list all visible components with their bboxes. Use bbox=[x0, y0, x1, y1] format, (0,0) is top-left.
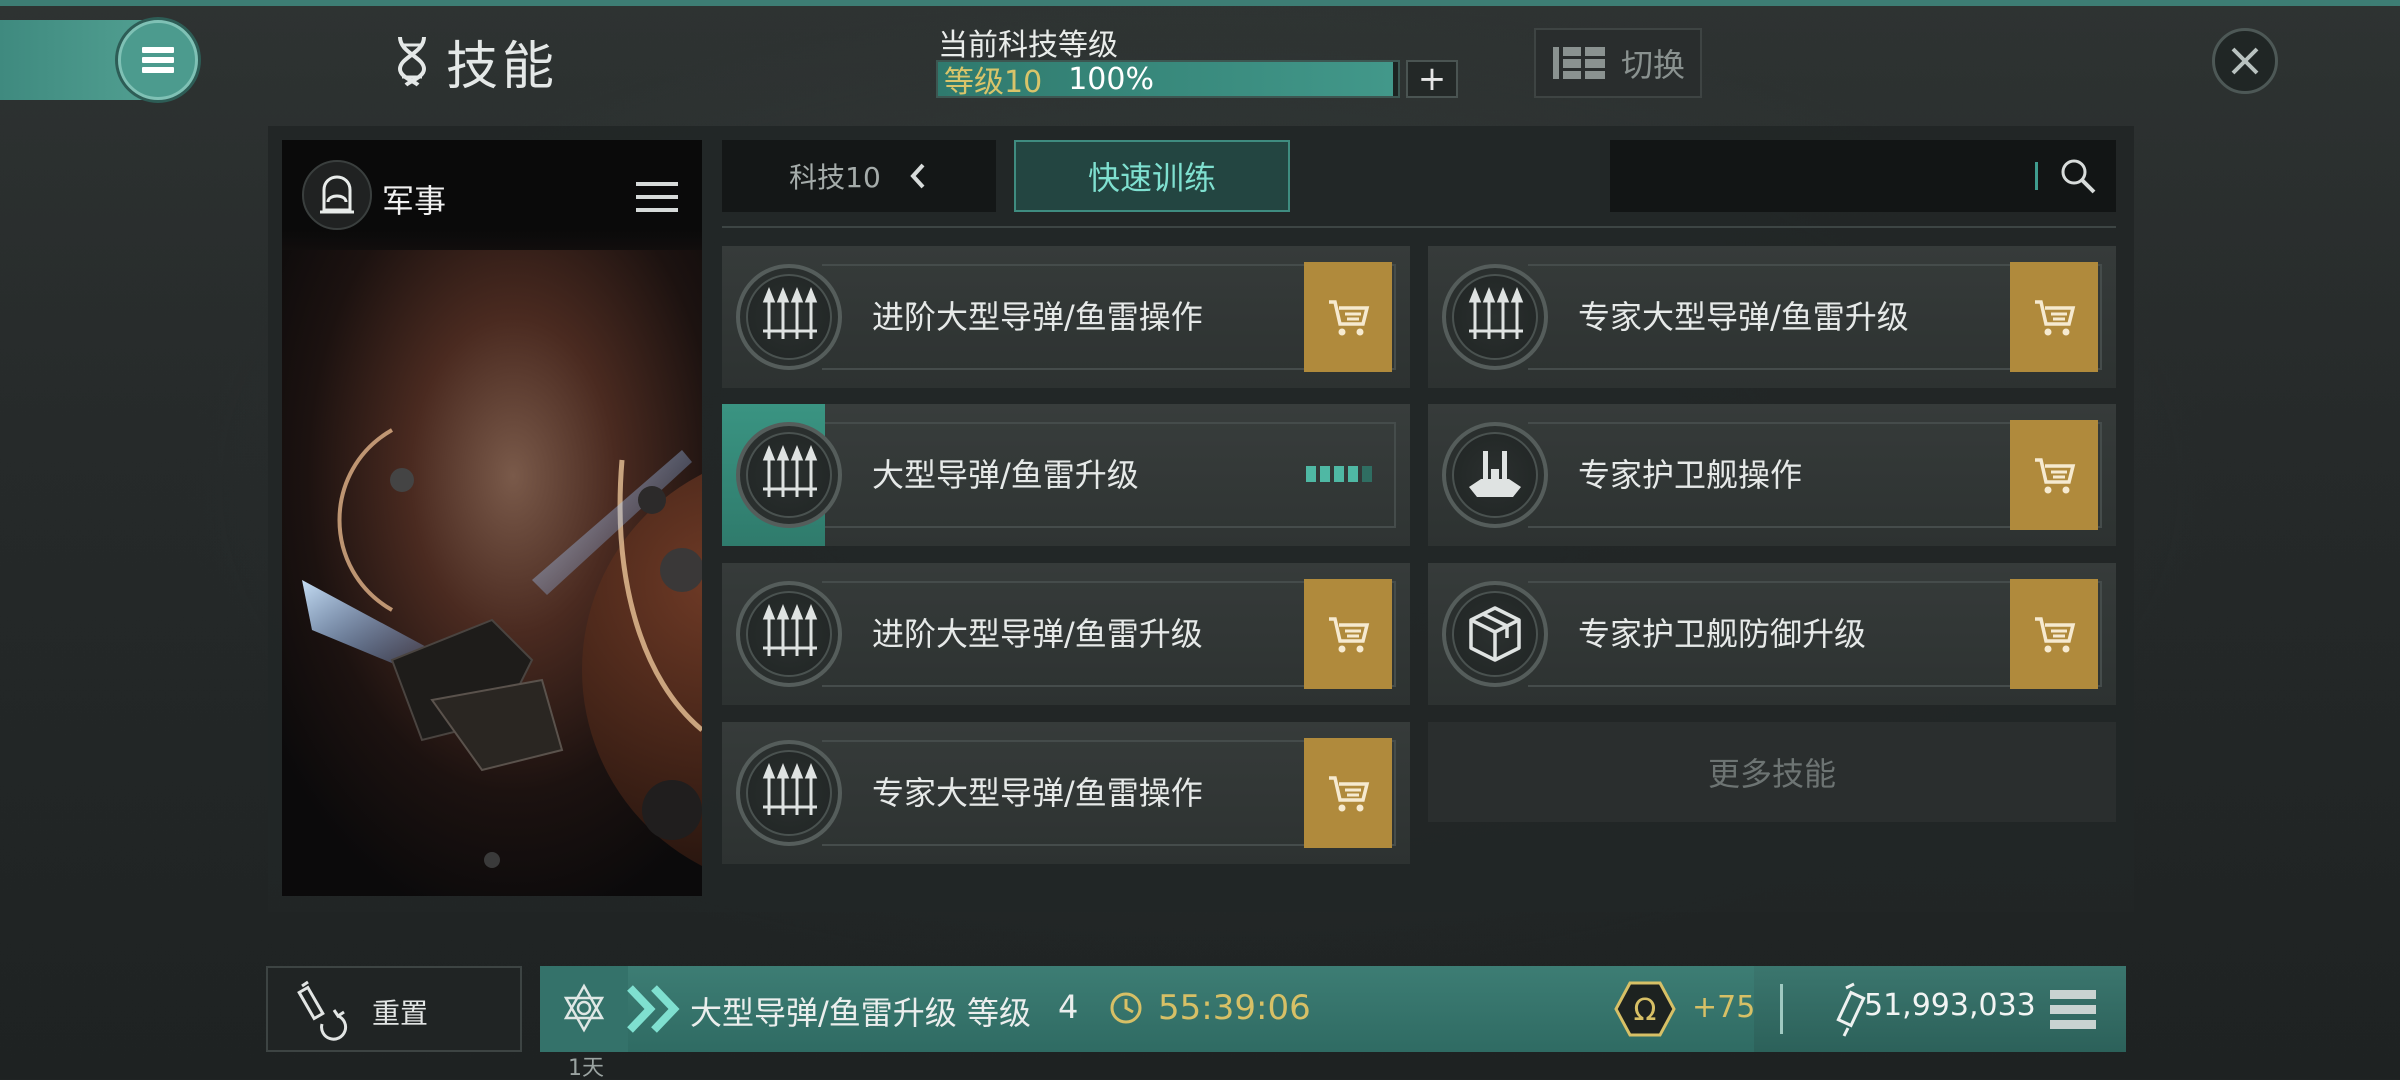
training-queue-bar[interactable]: 大型导弹/鱼雷升级 等级 4 55:39:06 Ω +75 51,993,033 bbox=[540, 966, 2126, 1052]
missile-launcher-icon bbox=[1468, 286, 1524, 339]
search-input[interactable] bbox=[1610, 140, 2116, 212]
skill-icon bbox=[736, 581, 842, 687]
level-pip bbox=[1348, 466, 1358, 482]
queue-time-remaining: 55:39:06 bbox=[1158, 988, 1311, 1028]
cart-icon bbox=[2035, 300, 2076, 336]
buy-skill-button[interactable] bbox=[2010, 262, 2098, 372]
skill-icon bbox=[1442, 581, 1548, 687]
buy-skill-button[interactable] bbox=[1304, 579, 1392, 689]
more-skills-button[interactable]: 更多技能 bbox=[1428, 722, 2116, 822]
skill-card[interactable]: 进阶大型导弹/鱼雷操作 bbox=[722, 246, 1410, 388]
buy-skill-button[interactable] bbox=[1304, 738, 1392, 848]
level-pip bbox=[1320, 466, 1330, 482]
skill-card[interactable]: 专家护卫舰防御升级 bbox=[1428, 563, 2116, 705]
skill-card[interactable]: 进阶大型导弹/鱼雷升级 bbox=[722, 563, 1410, 705]
frigate-icon bbox=[1469, 451, 1521, 497]
skill-card[interactable]: 专家大型导弹/鱼雷操作 bbox=[722, 722, 1410, 864]
queue-icon-box bbox=[540, 966, 628, 1052]
queue-skill-level: 4 bbox=[1058, 988, 1079, 1026]
tech-filter-label: 科技10 bbox=[789, 161, 881, 194]
skill-icon bbox=[736, 422, 842, 528]
skill-level-pips bbox=[1306, 466, 1372, 482]
switch-view-button[interactable]: 切换 bbox=[1534, 28, 1702, 98]
skill-card[interactable]: 专家护卫舰操作 bbox=[1428, 404, 2116, 546]
double-chevron-right-icon bbox=[627, 985, 680, 1033]
queue-days: 1天 bbox=[568, 1056, 604, 1080]
cart-icon bbox=[1329, 300, 1370, 336]
helmet-icon bbox=[320, 175, 354, 214]
page-title: 技能 bbox=[446, 36, 559, 97]
hamburger-icon bbox=[142, 47, 174, 73]
close-button[interactable] bbox=[2212, 28, 2278, 94]
skill-name: 大型导弹/鱼雷升级 bbox=[872, 456, 1139, 494]
quick-train-button[interactable]: 快速训练 bbox=[1014, 140, 1290, 212]
close-icon bbox=[2231, 47, 2259, 75]
skill-card[interactable]: 专家大型导弹/鱼雷升级 bbox=[1428, 246, 2116, 388]
hamburger-icon[interactable] bbox=[634, 178, 680, 216]
category-artwork bbox=[282, 250, 702, 896]
main-menu-button[interactable] bbox=[118, 20, 198, 100]
category-card[interactable]: 军事 bbox=[282, 140, 702, 896]
skill-name: 进阶大型导弹/鱼雷升级 bbox=[872, 615, 1203, 653]
svg-text:Ω: Ω bbox=[1634, 993, 1657, 1028]
skill-points-value: 51,993,033 bbox=[1864, 988, 2036, 1023]
injector-reset-icon bbox=[297, 980, 348, 1041]
skill-name: 专家大型导弹/鱼雷操作 bbox=[872, 774, 1203, 812]
skill-icon bbox=[736, 264, 842, 370]
skill-name: 专家护卫舰防御升级 bbox=[1578, 615, 1867, 653]
missile-launcher-icon bbox=[762, 286, 818, 339]
toolbar-divider bbox=[722, 226, 2116, 228]
cart-icon bbox=[2035, 458, 2076, 494]
level-pip bbox=[1362, 466, 1372, 482]
switch-label: 切换 bbox=[1620, 46, 1685, 84]
omega-bonus: +75 bbox=[1692, 990, 1756, 1025]
queue-skill-name: 大型导弹/鱼雷升级 等级 bbox=[690, 994, 1031, 1032]
search-caret bbox=[2035, 162, 2038, 190]
skill-name: 专家大型导弹/鱼雷升级 bbox=[1578, 298, 1909, 336]
skill-card-training[interactable]: 大型导弹/鱼雷升级 bbox=[722, 404, 1410, 546]
missile-launcher-icon bbox=[762, 603, 818, 656]
skill-name: 进阶大型导弹/鱼雷操作 bbox=[872, 298, 1203, 336]
reset-label: 重置 bbox=[372, 997, 429, 1030]
cart-icon bbox=[2035, 617, 2076, 653]
tech-level-percent: 100% bbox=[1068, 61, 1154, 97]
cart-icon bbox=[1329, 617, 1370, 653]
category-icon bbox=[302, 160, 372, 230]
level-pip bbox=[1306, 466, 1316, 482]
level-pip bbox=[1334, 466, 1344, 482]
category-name: 军事 bbox=[382, 182, 447, 220]
skill-name: 专家护卫舰操作 bbox=[1578, 456, 1803, 494]
missile-launcher-icon bbox=[762, 444, 818, 497]
tech-level-plus-button[interactable]: + bbox=[1406, 59, 1458, 99]
grid-list-icon bbox=[1552, 47, 1605, 79]
tech-filter-dropdown[interactable]: 科技10 bbox=[722, 140, 996, 212]
clock-icon bbox=[1110, 992, 1142, 1024]
skill-star-icon bbox=[563, 983, 605, 1033]
skill-icon bbox=[1442, 422, 1548, 528]
buy-skill-button[interactable] bbox=[1304, 262, 1392, 372]
skill-icon bbox=[736, 740, 842, 846]
dna-icon bbox=[397, 36, 427, 87]
top-accent-bar bbox=[0, 0, 2400, 6]
buy-skill-button[interactable] bbox=[2010, 420, 2098, 530]
buy-skill-button[interactable] bbox=[2010, 579, 2098, 689]
omega-hexagon-icon: Ω bbox=[1614, 981, 1676, 1037]
cart-icon bbox=[1329, 776, 1370, 812]
queue-separator bbox=[1780, 984, 1783, 1034]
search-icon[interactable] bbox=[2058, 156, 2098, 196]
reset-button[interactable]: 重置 bbox=[266, 966, 522, 1052]
skill-icon bbox=[1442, 264, 1548, 370]
category-header: 军事 bbox=[282, 140, 702, 250]
chevron-left-icon bbox=[910, 163, 925, 189]
hamburger-icon[interactable] bbox=[2048, 986, 2098, 1032]
missile-launcher-icon bbox=[762, 762, 818, 815]
tech-level-bar: 等级10 100% bbox=[936, 60, 1400, 100]
armor-cube-icon bbox=[1469, 606, 1521, 662]
tech-level-value: 等级10 bbox=[944, 65, 1043, 100]
page-title-group: 技能 bbox=[392, 28, 558, 97]
